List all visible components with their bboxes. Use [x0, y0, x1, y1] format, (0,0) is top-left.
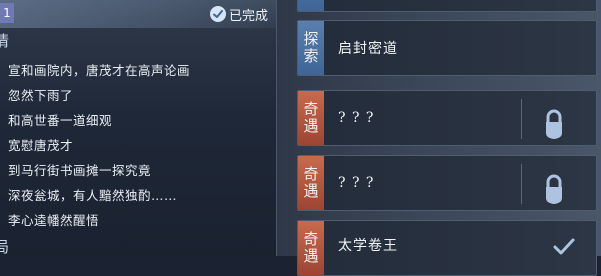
checkmark-icon	[553, 238, 575, 255]
quest-title: 太学卷王	[338, 238, 398, 254]
story-line: 到马行街书画摊一探究竟	[8, 163, 152, 178]
quest-status-zone	[521, 164, 584, 204]
quest-type-tab: 奇 遇	[298, 156, 324, 210]
story-line: 和高世番一道细观	[8, 113, 113, 128]
check-circle-icon	[209, 6, 226, 22]
completed-label: 已完成	[228, 8, 268, 24]
quest-title: ? ? ?	[338, 110, 375, 126]
quest-card-partial[interactable]	[297, 0, 597, 12]
quest-type-tab: 奇 遇	[298, 91, 324, 145]
quest-card-encounter-locked[interactable]: 奇 遇 ? ? ?	[297, 90, 597, 146]
quest-card-explore[interactable]: 探 索 启封密道	[297, 20, 597, 76]
tab-char: 奇	[303, 100, 319, 118]
tab-char: 遇	[303, 182, 319, 200]
story-line: 忽然下雨了	[8, 88, 74, 103]
story-line: 李心逵幡然醒悟	[8, 213, 100, 228]
lock-icon	[546, 174, 562, 204]
quest-title: 启封密道	[338, 41, 398, 57]
completed-badge: 已完成	[209, 4, 268, 24]
story-line: 宣和画院内，唐茂才在高声论画	[8, 63, 191, 78]
tab-char: 奇	[303, 165, 319, 183]
story-panel: 1 已完成 情 宣和画院内，唐茂才在高声论画 忽然下雨了 和高世番一道细观 宽慰…	[0, 0, 277, 256]
section-heading-top: 情	[0, 30, 9, 51]
lock-icon	[546, 109, 562, 139]
chapter-tag: 1	[0, 3, 14, 23]
quest-tab-explore	[298, 0, 324, 11]
quest-card-encounter-completed[interactable]: 奇 遇 太学卷王	[297, 220, 597, 276]
quest-status-zone	[521, 99, 584, 139]
section-heading-bottom: 局	[0, 236, 9, 256]
story-line: 深夜瓮城，有人黯然独酌……	[8, 188, 178, 203]
tab-char: 遇	[303, 247, 319, 265]
tab-char: 奇	[303, 230, 319, 248]
tab-char: 遇	[303, 117, 319, 135]
tab-char: 探	[303, 30, 319, 48]
quest-type-tab: 奇 遇	[298, 221, 324, 275]
quest-type-tab: 探 索	[298, 21, 324, 75]
quest-title: ? ? ?	[338, 175, 375, 191]
story-list: 宣和画院内，唐茂才在高声论画 忽然下雨了 和高世番一道细观 宽慰唐茂才 到马行街…	[8, 58, 190, 233]
quest-panel: 探 索 启封密道 奇 遇 ? ? ? 奇 遇 ? ? ? 奇 遇 太学卷王	[277, 0, 601, 276]
tab-char: 索	[303, 47, 319, 65]
quest-card-encounter-locked[interactable]: 奇 遇 ? ? ?	[297, 155, 597, 211]
story-line: 宽慰唐茂才	[8, 138, 74, 153]
